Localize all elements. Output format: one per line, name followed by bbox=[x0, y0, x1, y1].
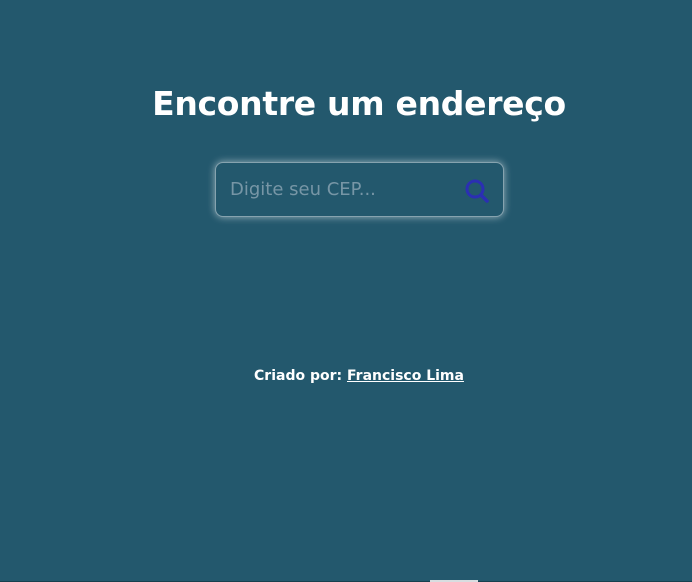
credit-prefix: Criado por: bbox=[254, 368, 343, 384]
search-button[interactable] bbox=[463, 177, 491, 205]
page-title: Encontre um endereço bbox=[152, 84, 566, 123]
cep-input[interactable] bbox=[230, 163, 455, 216]
credit-line: Criado por: Francisco Lima bbox=[0, 368, 692, 384]
search-icon bbox=[463, 177, 491, 205]
page: Encontre um endereço Criado por: Francis… bbox=[0, 0, 692, 582]
search-box bbox=[215, 162, 504, 217]
author-link[interactable]: Francisco Lima bbox=[347, 368, 464, 384]
